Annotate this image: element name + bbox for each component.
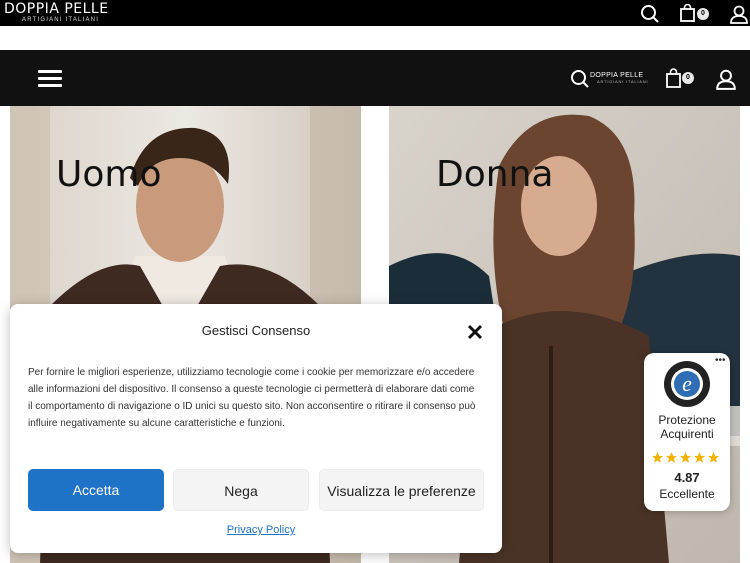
user-icon[interactable] <box>715 68 737 95</box>
trusted-shops-logo-icon: e <box>664 361 710 407</box>
cookie-consent-modal: Gestisci Consenso Per fornire le miglior… <box>10 304 502 553</box>
header-brand-logo[interactable]: DOPPIA PELLE ARTIGIANI ITALIANI <box>590 72 648 84</box>
uomo-title[interactable]: Uomo <box>56 154 161 195</box>
search-icon[interactable] <box>640 4 660 29</box>
trusted-shops-badge[interactable]: ••• e Protezione Acquirenti 4.87 Eccelle… <box>644 353 730 511</box>
main-header: DOPPIA PELLE ARTIGIANI ITALIANI 0 <box>0 50 750 106</box>
search-icon[interactable] <box>570 69 590 94</box>
cart-icon[interactable] <box>679 3 697 27</box>
buyer-protection-line2: Acquirenti <box>660 427 714 441</box>
brand-logo[interactable]: DOPPIA PELLE ARTIGIANI ITALIANI <box>4 2 109 24</box>
menu-icon[interactable] <box>38 70 62 88</box>
rating-value: 4.87 <box>674 470 700 485</box>
svg-text:e: e <box>682 371 692 396</box>
consent-body: Per fornire le migliori esperienze, util… <box>28 367 476 429</box>
close-icon[interactable] <box>467 324 483 340</box>
header-brand-name: DOPPIA PELLE <box>590 72 644 79</box>
star-icon <box>652 452 663 463</box>
header-brand-tagline: ARTIGIANI ITALIANI <box>597 79 649 84</box>
accept-button[interactable]: Accetta <box>28 469 164 511</box>
donna-title[interactable]: Donna <box>436 154 553 195</box>
cart-icon[interactable] <box>665 68 683 93</box>
star-icon <box>694 452 705 463</box>
brand-tagline: ARTIGIANI ITALIANI <box>22 17 100 23</box>
view-preferences-button[interactable]: Visualizza le preferenze <box>319 469 484 511</box>
cart-count-badge: 0 <box>697 8 709 20</box>
user-icon[interactable] <box>729 4 749 29</box>
privacy-policy-link[interactable]: Privacy Policy <box>10 524 512 536</box>
cart-count-badge: 0 <box>682 72 694 84</box>
more-options-icon[interactable]: ••• <box>715 355 726 366</box>
consent-title: Gestisci Consenso <box>201 323 311 338</box>
top-bar: DOPPIA PELLE ARTIGIANI ITALIANI 0 <box>0 0 750 26</box>
brand-name: DOPPIA PELLE <box>4 1 109 17</box>
star-icon <box>680 452 691 463</box>
deny-button[interactable]: Nega <box>173 469 309 511</box>
rating-stars <box>651 451 721 469</box>
star-icon <box>708 452 719 463</box>
star-icon <box>666 452 677 463</box>
rating-text: Eccellente <box>659 487 715 501</box>
buyer-protection-line1: Protezione <box>658 413 716 427</box>
